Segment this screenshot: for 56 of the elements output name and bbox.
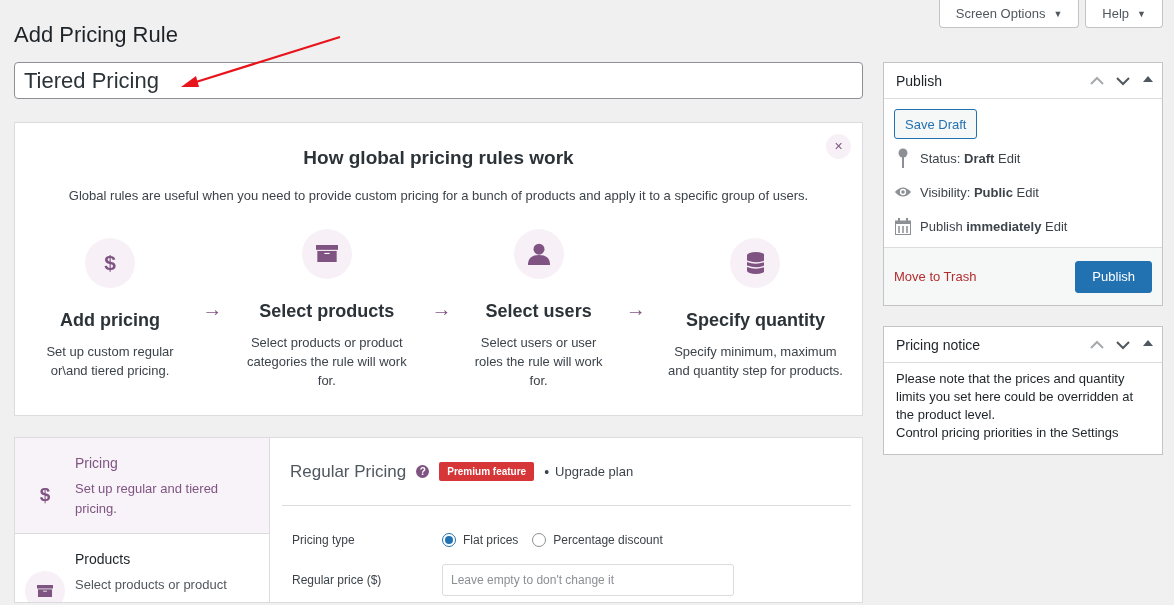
step-title: Select products: [259, 300, 395, 322]
publish-meta-text: Visibility: Public Edit: [920, 184, 1039, 200]
box-title: Publish: [896, 72, 943, 89]
section-title: Regular Pricing: [290, 461, 407, 482]
step-description: Set up custom regular or\and tiered pricing.: [45, 343, 175, 380]
notice-text: Control pricing priorities in the Settings: [896, 424, 1120, 442]
dollar-icon: $: [104, 251, 116, 275]
pin-icon: [898, 148, 908, 168]
guide-title: How global pricing rules work: [303, 147, 574, 169]
upgrade-link[interactable]: Upgrade plan: [555, 463, 634, 480]
archive-box-icon: [37, 584, 53, 598]
step-title: Select users: [485, 300, 592, 322]
radio-button[interactable]: [532, 533, 547, 547]
tab-description: Select products or product: [75, 576, 228, 594]
bullet-separator: •: [544, 463, 550, 480]
price-field[interactable]: Leave empty to don't change it: [442, 564, 734, 596]
tab-label: Products: [75, 551, 132, 567]
caret-icon: ▼: [1053, 8, 1063, 19]
arrow-icon: →: [431, 297, 452, 321]
publish-button[interactable]: Publish: [1075, 260, 1152, 293]
sidebar-tab[interactable]: $ Pricing Set up regular and tiered pricing.: [15, 438, 269, 534]
title-field[interactable]: Tiered Pricing: [14, 62, 863, 99]
arrow-icon: →: [202, 297, 223, 321]
close-button[interactable]: ×: [826, 134, 851, 159]
step-description: Specify minimum, maximum and quantity step for products.: [667, 343, 844, 380]
help-icon[interactable]: ?: [416, 465, 430, 478]
publish-meta-text: Status: Draft Edit: [920, 150, 1021, 166]
save-draft-button[interactable]: Save Draft: [894, 109, 978, 139]
box-title: Pricing notice: [896, 336, 982, 353]
database-icon: [746, 252, 765, 274]
step-description: Select users or user roles the rule will work for.: [473, 333, 604, 390]
caret-icon: ▼: [1137, 8, 1146, 19]
guide-description: Global rules are useful when you need to provide custom pricing for a bunch of products and apply it to a specific group of users.: [67, 188, 810, 203]
radio-button[interactable]: [442, 533, 456, 547]
eye-icon: [894, 185, 912, 199]
calendar-icon: [895, 217, 911, 235]
move-to-trash-link[interactable]: Move to Trash: [894, 269, 977, 284]
arrow-icon: →: [625, 297, 646, 321]
step-title: Add pricing: [60, 310, 160, 331]
archive-box-icon: [315, 244, 338, 263]
step-description: Select products or product categories the rule will work for.: [245, 333, 408, 390]
tab-label: Pricing: [75, 455, 119, 471]
field-label: Regular price ($): [292, 573, 383, 587]
tab-description: Set up regular and tiered pricing.: [75, 480, 220, 518]
page-title: Add Pricing Rule: [14, 21, 179, 48]
publish-meta-text: Publish immediately Edit: [920, 218, 1068, 234]
premium-badge: Premium feature: [439, 462, 535, 481]
step-title: Specify quantity: [685, 310, 825, 331]
user-icon: [527, 242, 550, 265]
radio-option[interactable]: Flat prices: [442, 533, 519, 547]
dropdown-button[interactable]: Screen Options ▼: [938, 0, 1080, 28]
radio-option[interactable]: Percentage discount: [532, 533, 663, 547]
dollar-icon: $: [39, 484, 51, 506]
field-label: Pricing type: [292, 533, 356, 547]
notice-text: Please note that the prices and quantity limits you set here could be overridden at the product level.: [896, 370, 1134, 424]
dropdown-button[interactable]: Help ▼: [1085, 0, 1163, 28]
